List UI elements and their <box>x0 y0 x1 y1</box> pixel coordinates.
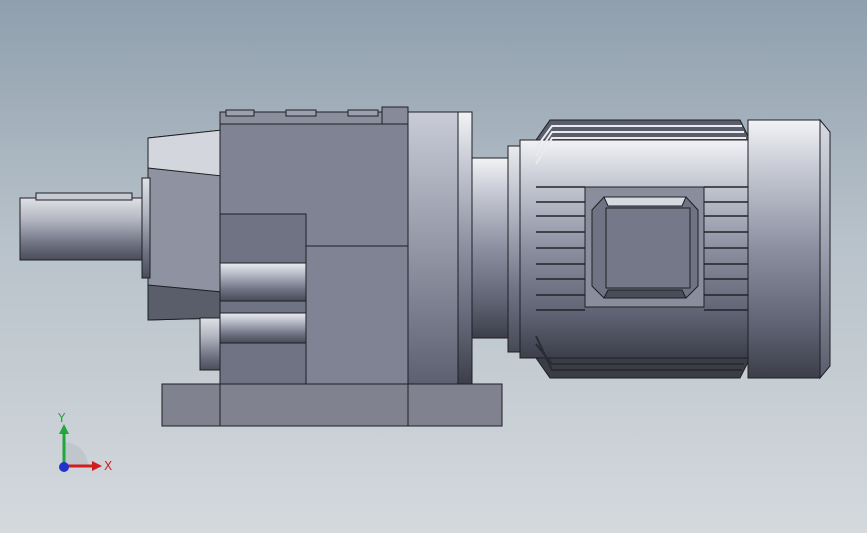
output-shaft[interactable] <box>19 192 143 261</box>
gear-motor-model[interactable] <box>0 0 867 533</box>
gear-front-cover[interactable] <box>141 129 223 371</box>
coordinate-triad: Y X <box>57 411 112 473</box>
graphics-viewport[interactable]: Y X <box>0 0 867 533</box>
z-axis-icon <box>59 462 69 472</box>
terminal-box[interactable] <box>584 186 705 308</box>
y-axis-arrowhead <box>59 424 69 434</box>
mounting-foot[interactable] <box>161 383 503 427</box>
x-axis-arrowhead <box>92 461 102 471</box>
y-axis-label: Y <box>57 411 66 425</box>
gearbox-housing[interactable] <box>219 106 409 385</box>
triad-plane-icon <box>64 442 88 466</box>
x-axis-label: X <box>104 459 112 473</box>
motor-adapter-flange[interactable] <box>407 111 523 385</box>
fan-cover[interactable] <box>747 118 831 380</box>
